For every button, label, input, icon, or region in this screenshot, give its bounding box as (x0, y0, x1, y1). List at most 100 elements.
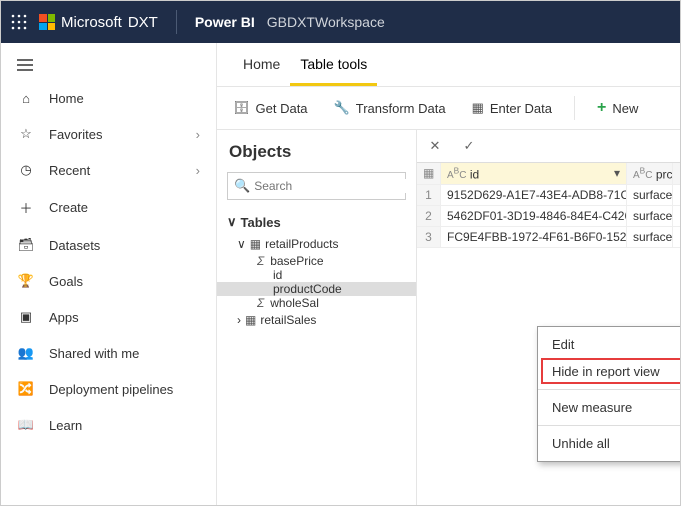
col-product[interactable]: ABC prc (627, 163, 673, 184)
sidebar-item-goals[interactable]: 🏆 Goals (1, 263, 216, 299)
sidebar-item-label: Deployment pipelines (49, 382, 200, 397)
cell-id[interactable]: 9152D629-A1E7-43E4-ADB8-71CB2… (441, 185, 627, 205)
tab-home[interactable]: Home (233, 43, 290, 86)
enter-data-label: Enter Data (490, 101, 552, 116)
book-icon: 📖 (17, 417, 35, 433)
col-id[interactable]: ABC id▾ (441, 163, 627, 184)
sigma-icon: Σ (257, 254, 264, 268)
search-input[interactable] (254, 179, 409, 193)
sidebar-item-create[interactable]: ＋ Create (1, 188, 216, 227)
tables-label: Tables (241, 215, 281, 230)
field-label: id (273, 268, 282, 282)
field-label: wholeSal (270, 296, 319, 310)
field-label: basePrice (270, 254, 323, 268)
table-row[interactable]: 3FC9E4FBB-1972-4F61-B6F0-15282C…surface (417, 227, 680, 248)
transform-icon: 🔧 (334, 100, 350, 116)
sidebar-item-deployment-pipelines[interactable]: 🔀 Deployment pipelines (1, 371, 216, 407)
new-label: New (612, 101, 638, 116)
chevron-right-icon: › (196, 127, 200, 142)
table-row[interactable]: 19152D629-A1E7-43E4-ADB8-71CB2…surface (417, 185, 680, 206)
db-icon: 🗃 (17, 237, 35, 253)
table-label: retailProducts (265, 237, 338, 251)
search-box[interactable]: 🔍 (227, 172, 406, 200)
objects-pane: Objects 🔍 ∨Tables ∨▦retailProducts Σbase… (217, 130, 417, 505)
field-baseprice[interactable]: ΣbasePrice (217, 254, 416, 268)
sidebar-item-home[interactable]: ⌂ Home (1, 81, 216, 116)
plus-icon: ＋ (17, 198, 35, 217)
search-icon: 🔍 (234, 178, 250, 194)
data-grid-pane: ✕ ✓ ▦ ABC id▾ ABC prc 19152D629-A1E7-43E… (417, 130, 680, 505)
pipe-icon: 🔀 (17, 381, 35, 397)
sidebar-item-label: Create (49, 200, 200, 215)
sidebar-item-learn[interactable]: 📖 Learn (1, 407, 216, 443)
brand-suffix: DXT (128, 14, 158, 31)
enter-data-button[interactable]: ▦ Enter Data (466, 96, 558, 120)
chevron-right-icon: › (196, 163, 200, 178)
row-header-icon: ▦ (417, 163, 441, 184)
table-label: retailSales (260, 313, 316, 327)
col-p-label: prc (656, 167, 673, 181)
chevron-down-icon: ∨ (237, 237, 246, 251)
sidebar-item-label: Goals (49, 274, 200, 289)
brand-text: Microsoft (61, 14, 122, 31)
row-number: 1 (417, 185, 441, 205)
table-icon: ▦ (250, 237, 261, 251)
database-icon: 🗄 (233, 100, 250, 116)
ctx-edit[interactable]: Edit (538, 331, 680, 358)
star-icon: ☆ (17, 126, 35, 142)
cell-id[interactable]: FC9E4FBB-1972-4F61-B6F0-15282C… (441, 227, 627, 247)
hamburger-icon[interactable] (1, 49, 216, 81)
sidebar-item-apps[interactable]: ▣ Apps (1, 299, 216, 335)
row-number: 2 (417, 206, 441, 226)
home-icon: ⌂ (17, 91, 35, 106)
workspace-name: GBDXTWorkspace (267, 14, 385, 30)
field-productcode[interactable]: productCode (217, 282, 416, 296)
cell-product[interactable]: surface (627, 185, 673, 205)
people-icon: 👥 (17, 345, 35, 361)
ctx-unhide-all[interactable]: Unhide all (538, 430, 680, 457)
sidebar-item-label: Learn (49, 418, 200, 433)
sidebar-item-label: Home (49, 91, 200, 106)
cancel-button[interactable]: ✕ (421, 132, 449, 160)
transform-data-button[interactable]: 🔧 Transform Data (328, 96, 452, 120)
ctx-new-measure[interactable]: New measure (538, 394, 680, 421)
plus-icon: + (597, 99, 606, 117)
trophy-icon: 🏆 (17, 273, 35, 289)
sidebar-item-label: Shared with me (49, 346, 200, 361)
get-data-button[interactable]: 🗄 Get Data (227, 96, 314, 120)
apps-icon: ▣ (17, 309, 35, 325)
product-name: Power BI (195, 14, 255, 30)
sidebar-item-recent[interactable]: ◷Recent› (1, 152, 216, 188)
grid-icon: ▦ (472, 100, 484, 116)
confirm-button[interactable]: ✓ (455, 132, 483, 160)
sidebar-item-shared-with-me[interactable]: 👥 Shared with me (1, 335, 216, 371)
chevron-right-icon: › (237, 313, 241, 327)
col-id-label: id (470, 167, 479, 181)
table-node-retailproducts[interactable]: ∨ ▦ retailProducts (217, 234, 416, 254)
ctx-hide-in-report-view[interactable]: Hide in report view (538, 358, 680, 385)
table-row[interactable]: 25462DF01-3D19-4846-84E4-C42681…surface (417, 206, 680, 227)
cell-product[interactable]: surface (627, 227, 673, 247)
field-wholesale[interactable]: ΣwholeSal (217, 296, 416, 310)
new-button[interactable]: + New (591, 95, 644, 121)
field-id[interactable]: id (217, 268, 416, 282)
sidebar-item-favorites[interactable]: ☆ Favorites › (1, 116, 216, 152)
table-node-retailsales[interactable]: › ▦ retailSales (217, 310, 416, 330)
cell-product[interactable]: surface (627, 206, 673, 226)
cell-id[interactable]: 5462DF01-3D19-4846-84E4-C42681… (441, 206, 627, 226)
dropdown-icon[interactable]: ▾ (614, 166, 620, 180)
app-launcher-icon[interactable] (11, 14, 27, 30)
chevron-down-icon: ∨ (227, 214, 237, 230)
context-menu: Edit Hide in report view New measure Unh… (537, 326, 680, 462)
tables-section[interactable]: ∨ Tables (217, 210, 416, 234)
sidebar-item-label: Favorites (49, 127, 182, 142)
field-label: productCode (273, 282, 342, 296)
row-number: 3 (417, 227, 441, 247)
table-icon: ▦ (245, 313, 256, 327)
sidebar-item-label: Apps (49, 310, 200, 325)
sidebar-item-datasets[interactable]: 🗃Datasets (1, 227, 216, 263)
get-data-label: Get Data (256, 101, 308, 116)
tabs: Home Table tools (217, 43, 680, 87)
tab-table-tools[interactable]: Table tools (290, 43, 377, 86)
transform-data-label: Transform Data (356, 101, 446, 116)
